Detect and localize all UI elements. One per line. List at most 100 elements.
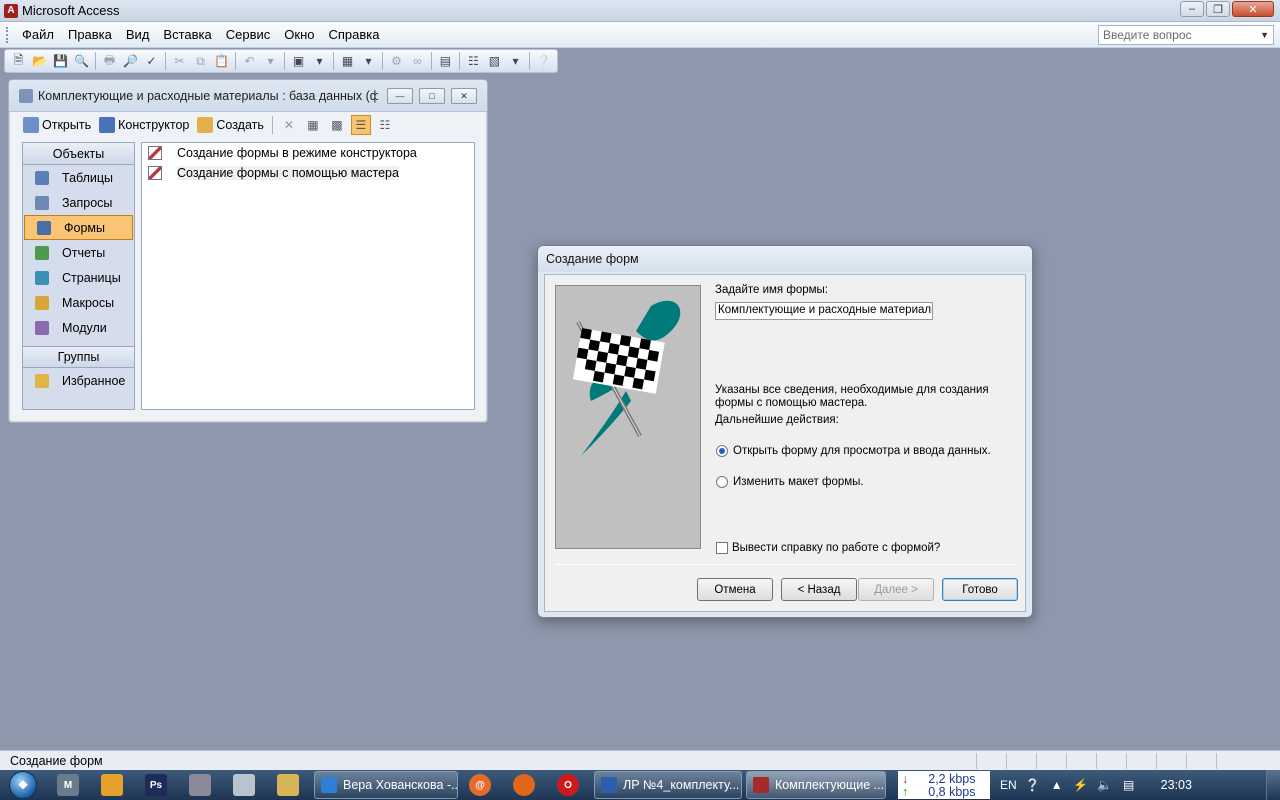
next-button[interactable]: Далее > [858,578,934,601]
title-bar: A Microsoft Access – ❐ ✕ [0,0,1280,22]
objects-item-modules[interactable]: Модули [23,315,134,340]
document-icon[interactable] [233,774,255,796]
volume-icon[interactable]: 🔈 [1097,777,1113,793]
db-maximize-button[interactable]: □ [419,88,445,104]
chevron-up-icon[interactable]: ▲ [1049,777,1065,793]
save-icon[interactable]: 💾 [51,52,70,70]
new-object-dropdown-icon[interactable]: ▾ [506,52,525,70]
back-button[interactable]: < Назад [781,578,857,601]
firefox-icon[interactable] [513,774,535,796]
clock[interactable]: 23:03 [1161,778,1192,792]
office-links-icon[interactable]: ▣ [289,52,308,70]
info-text-line2: формы с помощью мастера. [715,397,868,409]
print-preview-icon[interactable]: 🔎 [121,52,140,70]
minimize-button[interactable]: – [1180,1,1204,17]
analyze-dropdown-icon[interactable]: ▾ [359,52,378,70]
menu-file[interactable]: Файл [15,27,61,42]
photoshop-icon[interactable]: Ps [145,774,167,796]
relationships-icon[interactable]: ☷ [464,52,483,70]
safely-remove-icon[interactable]: ⚡ [1073,777,1089,793]
start-button[interactable]: ❖ [0,770,46,800]
radio-selected-icon[interactable] [716,445,728,457]
new-icon[interactable]: 🗎 [9,52,28,70]
office-links-dropdown-icon[interactable]: ▾ [310,52,329,70]
menu-insert[interactable]: Вставка [156,27,218,42]
new-object-icon[interactable]: ▧ [485,52,504,70]
network-meter[interactable]: ↓ 2,2 kbps ↑ 0,8 kbps [898,771,990,799]
code-icon[interactable]: ⚙ [387,52,406,70]
objects-item-tables[interactable]: Таблицы [23,165,134,190]
folder-icon[interactable] [101,774,123,796]
menu-help[interactable]: Справка [322,27,387,42]
list-item[interactable]: Создание формы с помощью мастера [142,163,474,183]
groups-item-favorites[interactable]: Избранное [23,368,134,393]
objects-item-queries[interactable]: Запросы [23,190,134,215]
small-icons-view-icon[interactable]: ▩ [327,115,347,135]
groups-header[interactable]: Группы [23,346,134,368]
checkbox-box[interactable] [716,542,728,554]
open-icon[interactable]: 📂 [30,52,49,70]
wizard-title[interactable]: Создание форм [538,246,1032,272]
modify-form-radio[interactable]: Изменить макет формы. [716,476,864,488]
open-form-radio[interactable]: Открыть форму для просмотра и ввода данн… [716,445,991,457]
copy-icon[interactable]: ⧉ [191,52,210,70]
taskbar-item-ie[interactable]: Вера Хованскова -... [314,771,458,799]
details-view-icon[interactable]: ☷ [375,115,395,135]
ask-question-box[interactable]: Введите вопрос ▼ [1098,25,1274,45]
undo-icon[interactable]: ↶ [240,52,259,70]
language-indicator[interactable]: EN [1000,778,1017,792]
menu-window[interactable]: Окно [277,27,321,42]
show-desktop-button[interactable] [1266,770,1280,800]
next-steps-label: Дальнейшие действия: [715,414,839,426]
objects-item-reports[interactable]: Отчеты [23,240,134,265]
menu-grip[interactable] [6,26,9,43]
close-button[interactable]: ✕ [1232,1,1274,17]
status-cell [1096,752,1126,769]
script-icon[interactable]: ∞ [408,52,427,70]
undo-dropdown-icon[interactable]: ▾ [261,52,280,70]
create-button[interactable]: Создать [195,117,266,133]
taskbar-item-access[interactable]: Комплектующие ... [746,771,886,799]
help-icon[interactable]: ❔ [534,52,553,70]
mail-icon[interactable]: M [57,774,79,796]
open-object-button[interactable]: Открыть [21,117,93,133]
finish-button[interactable]: Готово [942,578,1018,601]
design-button[interactable]: Конструктор [97,117,191,133]
net-down-value: 2,2 kbps [928,771,976,786]
explorer-icon[interactable] [277,774,299,796]
db-minimize-button[interactable]: — [387,88,413,104]
form-name-input[interactable]: Комплектующие и расходные материалы [715,302,933,320]
delete-icon[interactable]: ✕ [279,115,299,135]
menu-edit[interactable]: Правка [61,27,119,42]
mail-agent-icon[interactable]: @ [469,774,491,796]
cancel-button[interactable]: Отмена [697,578,773,601]
analyze-icon[interactable]: ▦ [338,52,357,70]
help-icon[interactable]: ❔ [1025,777,1041,793]
game-icon[interactable] [189,774,211,796]
list-view-icon[interactable]: ☰ [350,115,371,135]
cut-icon[interactable]: ✂ [170,52,189,70]
spelling-icon[interactable]: ✓ [142,52,161,70]
menu-view[interactable]: Вид [119,27,157,42]
db-close-button[interactable]: ✕ [451,88,477,104]
chevron-down-icon[interactable]: ▼ [1260,30,1269,40]
taskbar-item-word[interactable]: ЛР №4_комплекту... [594,771,742,799]
taskbar: ❖ M Ps Вера Хованскова -... @ O ЛР №4_ко… [0,770,1280,800]
menu-tools[interactable]: Сервис [219,27,278,42]
paste-icon[interactable]: 📋 [212,52,231,70]
radio-unselected-icon[interactable] [716,476,728,488]
objects-item-forms[interactable]: Формы [24,215,133,240]
objects-item-macros[interactable]: Макросы [23,290,134,315]
objects-header[interactable]: Объекты [23,143,134,165]
objects-item-pages[interactable]: Страницы [23,265,134,290]
list-item[interactable]: Создание формы в режиме конструктора [142,143,474,163]
large-icons-view-icon[interactable]: ▦ [303,115,323,135]
network-icon[interactable]: ▤ [1121,777,1137,793]
opera-icon[interactable]: O [557,774,579,796]
file-search-icon[interactable]: 🔍 [72,52,91,70]
print-icon[interactable]: 🖶 [100,52,119,70]
show-help-checkbox[interactable]: Вывести справку по работе с формой? [716,542,940,554]
properties-icon[interactable]: ▤ [436,52,455,70]
restore-button[interactable]: ❐ [1206,1,1230,17]
form-name-label: Задайте имя формы: [715,284,828,296]
